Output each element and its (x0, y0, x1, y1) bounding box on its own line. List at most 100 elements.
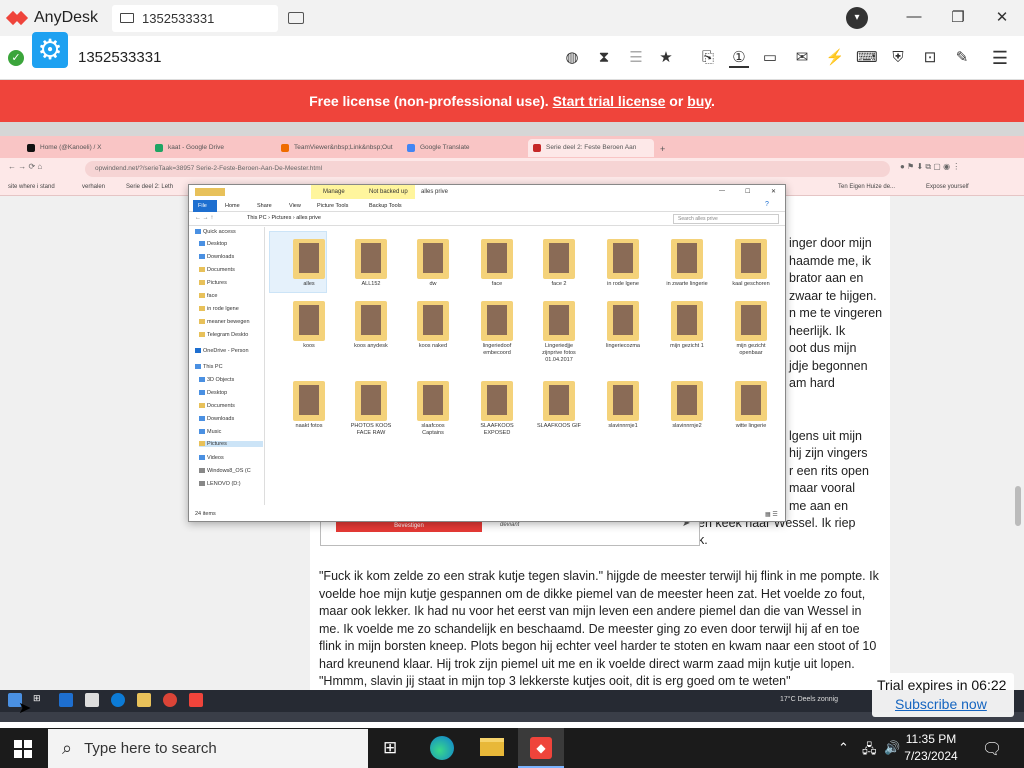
folder-item[interactable]: face (475, 239, 519, 288)
folder-item[interactable]: witte lingerie (729, 381, 773, 430)
database-icon[interactable]: ☰ (626, 48, 646, 68)
restore-icon[interactable]: ❐ (948, 8, 968, 26)
nav-desktop[interactable]: Desktop (199, 241, 227, 247)
volume-icon[interactable]: 🔊 (884, 740, 900, 756)
display-1-icon[interactable]: ① (729, 48, 749, 68)
folder-item[interactable]: lingeriedoof embecoord (475, 301, 519, 357)
nav-downloads[interactable]: Downloads (199, 416, 234, 422)
folder-item[interactable]: lingeriecozma (601, 301, 645, 350)
ribbon-picture-tools[interactable]: Picture Tools (317, 203, 348, 209)
remote-taskview-icon[interactable]: ⊞ (33, 693, 47, 707)
nav-onedrive[interactable]: OneDrive - Person (195, 348, 249, 354)
folder-item[interactable]: alles (287, 239, 331, 288)
explorer-maximize-icon[interactable]: ☐ (745, 188, 750, 195)
folder-item[interactable]: mijn gezicht openbaar (729, 301, 773, 357)
record-icon[interactable]: ⊡ (920, 48, 940, 68)
nav-folder[interactable]: meaner bewegen (199, 319, 250, 325)
ribbon-backup-tools[interactable]: Backup Tools (369, 203, 402, 209)
explorer-nav-icon[interactable]: ← → ↑ (195, 215, 213, 221)
remote-anydesk-icon[interactable] (189, 693, 203, 707)
backup-tab[interactable]: Not backed up (363, 185, 415, 199)
nav-drive-d[interactable]: LENOVO (D:) (199, 481, 241, 487)
remote-url-field[interactable]: opwindend.net/?/serieTaak=38957 Serie-2-… (85, 161, 890, 177)
bookmark[interactable]: Serie deel 2: Leth (126, 184, 173, 190)
nav-3d-objects[interactable]: 3D Objects (199, 377, 234, 383)
folder-item[interactable]: kaal geschoren (729, 239, 773, 288)
taskbar-search-box[interactable]: ⌕ Type here to search (48, 729, 368, 768)
nav-desktop[interactable]: Desktop (199, 390, 227, 396)
network-icon[interactable]: 🖧 (862, 740, 877, 762)
remote-explorer-icon[interactable] (137, 693, 151, 707)
folder-item[interactable]: slavinnrnje2 (665, 381, 709, 430)
extensions-icon[interactable]: ● ⚑ ⬇ ⧉ ▢ ◉ ⋮ (900, 162, 960, 172)
folder-item[interactable]: Lingeriedjje zijnprive fotos 01.04.2017 (537, 301, 581, 364)
nav-folder[interactable]: Telegram Deskto (199, 332, 248, 338)
explorer-path[interactable]: This PC › Pictures › alles prive (247, 215, 657, 221)
bookmark[interactable]: Ten Eigen Huize de... (838, 184, 895, 190)
close-icon[interactable]: ✕ (992, 8, 1012, 26)
nav-drive-c[interactable]: Windows8_OS (C (199, 468, 251, 474)
new-tab-icon[interactable] (288, 12, 305, 24)
task-view-icon[interactable]: ⊞ (383, 738, 397, 758)
folder-item[interactable]: koos naked (411, 301, 455, 350)
nav-folder[interactable]: face (199, 293, 217, 299)
ribbon-view[interactable]: View (289, 203, 301, 209)
manage-tab[interactable]: Manage (311, 185, 363, 199)
page-scrollbar[interactable] (1015, 486, 1021, 526)
folder-item[interactable]: face 2 (537, 239, 581, 288)
file-explorer-icon[interactable] (480, 738, 504, 756)
explorer-search[interactable]: Search alles prive (673, 214, 779, 224)
bookmark[interactable]: Expose yourself (926, 184, 969, 190)
folder-item[interactable]: slavinnrnje1 (601, 381, 645, 430)
browser-tab[interactable]: Home (@Kanoeli) / X (22, 139, 150, 157)
remote-mail-icon[interactable] (59, 693, 73, 707)
minimize-icon[interactable]: — (904, 8, 924, 25)
browser-tab[interactable]: Google Translate (402, 139, 528, 157)
bookmark[interactable]: verhalen (82, 184, 105, 190)
folder-item[interactable]: SLAAFKOOS EXPOSED (475, 381, 519, 437)
nav-videos[interactable]: Videos (199, 455, 224, 461)
browser-tab[interactable]: kaat - Google Drive (150, 139, 276, 157)
ribbon-file[interactable]: File (193, 200, 217, 212)
folder-item[interactable]: in rode lgene (601, 239, 645, 288)
favorite-star-icon[interactable]: ★ (656, 48, 676, 68)
explorer-minimize-icon[interactable]: — (719, 188, 725, 194)
display-icon[interactable]: ▭ (760, 48, 780, 68)
help-icon[interactable]: ? (765, 201, 769, 208)
nav-folder[interactable]: in rode lgene (199, 306, 239, 312)
hourglass-icon[interactable]: ⧗ (594, 48, 614, 68)
popup-field[interactable]: deviant (500, 522, 519, 528)
view-toggle-icon[interactable]: ▦ ☰ (765, 511, 778, 518)
folder-item[interactable]: PHOTOS KOOS FACE RAW (349, 381, 393, 437)
settings-gear-icon[interactable]: ⚙ (32, 32, 68, 68)
account-icon[interactable]: ▾ (846, 7, 868, 29)
whiteboard-pen-icon[interactable]: ✎ (952, 48, 972, 68)
nav-buttons-icon[interactable]: ← → ⟳ ⌂ (8, 162, 42, 171)
nav-pictures-selected[interactable]: Pictures (199, 441, 263, 447)
subscribe-now-link[interactable]: Subscribe now (895, 696, 987, 712)
folder-item[interactable]: naakt fotos (287, 381, 331, 430)
notifications-icon[interactable]: 🗨 (982, 739, 1002, 759)
new-tab-plus-icon[interactable]: + (656, 139, 672, 157)
nav-music[interactable]: Music (199, 429, 221, 435)
keyboard-icon[interactable]: ⌨ (856, 48, 878, 68)
folder-item[interactable]: ALL152 (349, 239, 393, 288)
anydesk-taskbar-button[interactable]: ◆ (518, 728, 564, 768)
folder-item[interactable]: koos (287, 301, 331, 350)
chat-icon[interactable]: ✉ (792, 48, 812, 68)
remote-weather[interactable]: 17°C Deels zonnig (780, 696, 838, 703)
nav-pictures[interactable]: Pictures (199, 280, 227, 286)
actions-lightning-icon[interactable]: ⚡ (825, 48, 845, 68)
bookmark[interactable]: site where i stand (8, 184, 55, 190)
ribbon-share[interactable]: Share (257, 203, 272, 209)
nav-documents[interactable]: Documents (199, 267, 235, 273)
nav-downloads[interactable]: Downloads (199, 254, 234, 260)
shield-icon[interactable]: ⛨ (888, 48, 908, 68)
menu-hamburger-icon[interactable]: ☰ (990, 48, 1010, 68)
ribbon-home[interactable]: Home (225, 203, 240, 209)
remote-edge-icon[interactable] (111, 693, 125, 707)
browser-tab[interactable]: TeamViewer&nbsp;Link&nbsp;Out (276, 139, 402, 157)
taskbar-clock[interactable]: 11:35 PM 7/23/2024 (900, 731, 962, 765)
folder-item[interactable]: koos anydesk (349, 301, 393, 350)
tray-chevron-icon[interactable]: ⌃ (838, 740, 849, 756)
